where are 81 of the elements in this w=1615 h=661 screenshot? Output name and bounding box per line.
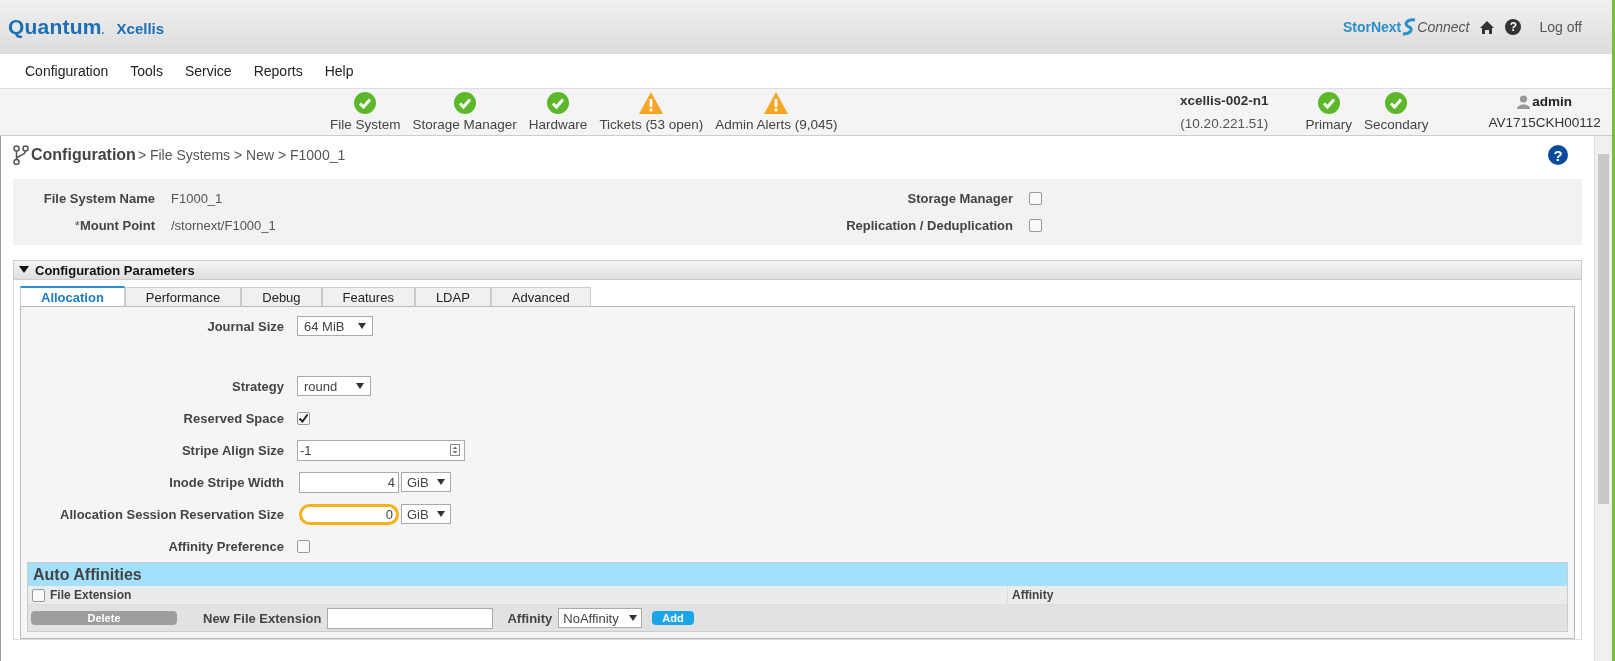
user-icon <box>1517 94 1531 109</box>
check-circle-icon[interactable] <box>547 92 570 114</box>
status-label[interactable]: Tickets (53 open) <box>599 117 704 132</box>
check-circle-icon <box>1317 92 1340 114</box>
tab[interactable]: Debug <box>241 287 322 306</box>
field-label: Inode Stripe Width <box>168 474 284 490</box>
menu-item[interactable]: Help <box>324 63 354 79</box>
select-all-checkbox[interactable] <box>32 588 45 602</box>
checkbox[interactable] <box>297 411 310 425</box>
role-label: Secondary <box>1364 117 1429 132</box>
scrollbar[interactable] <box>1594 136 1612 661</box>
field-label: Allocation Session Reservation Size <box>59 506 284 522</box>
breadcrumb-path: > File Systems > New > F1000_1 <box>137 147 346 163</box>
node-name: xcellis-002-n1 <box>1180 93 1269 108</box>
field-label: New File Extension <box>203 610 322 626</box>
menu-item[interactable]: Reports <box>253 63 303 79</box>
caret-icon <box>19 266 29 274</box>
status-label[interactable]: Storage Manager <box>412 117 517 132</box>
column-header: Affinity <box>1011 587 1054 604</box>
storenext-connect-logo[interactable]: StorNext Connect <box>1342 18 1470 36</box>
unit-dropdown[interactable]: GiB <box>401 504 451 524</box>
number-spinner-field[interactable]: -1 <box>297 439 465 461</box>
auto-affinities-header: Auto Affinities <box>28 563 1567 586</box>
breadcrumb-root: Configuration <box>31 146 136 164</box>
affinity-dropdown[interactable]: NoAffinity <box>558 608 643 628</box>
field-label: Affinity <box>507 610 553 626</box>
field-label: Strategy <box>230 378 284 394</box>
help-icon[interactable]: ? <box>1548 145 1568 165</box>
status-label[interactable]: Hardware <box>528 117 588 132</box>
column-header: File Extension <box>50 588 132 602</box>
role-label: Primary <box>1305 117 1353 132</box>
status-label[interactable]: File System <box>330 117 401 132</box>
checkbox[interactable] <box>297 539 310 553</box>
field-label: Replication / Deduplication <box>846 218 1013 233</box>
tab[interactable]: Performance <box>124 287 242 306</box>
caret-icon <box>356 383 364 389</box>
spinner-icon <box>450 444 460 456</box>
caret-icon <box>358 323 366 329</box>
warning-icon[interactable] <box>639 92 664 114</box>
tab[interactable]: LDAP <box>414 287 491 306</box>
field-label: Storage Manager <box>907 191 1013 206</box>
field-value: F1000_1 <box>171 191 223 206</box>
dropdown[interactable]: round <box>297 376 371 396</box>
checkbox[interactable] <box>1029 192 1042 205</box>
caret-icon <box>436 479 445 485</box>
section-header[interactable]: Configuration Parameters <box>13 260 1582 280</box>
check-circle-icon[interactable] <box>453 92 476 114</box>
check-circle-icon[interactable] <box>354 92 377 114</box>
tab[interactable]: Allocation <box>20 286 125 306</box>
field-label: File System Name <box>42 191 155 206</box>
caret-icon <box>629 615 638 621</box>
field-label: Reserved Space <box>182 410 284 426</box>
field-label: *Mount Point <box>73 218 155 233</box>
number-input-field[interactable]: 0 <box>299 503 399 525</box>
number-input-field[interactable]: 4 <box>299 471 399 493</box>
warning-icon[interactable] <box>764 92 789 114</box>
check-circle-icon <box>1385 92 1408 114</box>
menu-item[interactable]: Configuration <box>25 63 109 79</box>
field-label: Stripe Align Size <box>180 442 284 458</box>
tab[interactable]: Advanced <box>490 287 591 306</box>
menu-item[interactable]: Tools <box>130 63 163 79</box>
caret-icon <box>436 511 445 517</box>
field-value: /stornext/F1000_1 <box>171 218 276 233</box>
product-name: Xcellis <box>116 20 165 37</box>
log-off-link[interactable]: Log off <box>1539 19 1582 35</box>
field-label: Affinity Preference <box>167 538 284 554</box>
status-label[interactable]: Admin Alerts (9,045) <box>715 117 838 132</box>
tab[interactable]: Features <box>321 287 415 306</box>
branch-icon <box>13 145 29 165</box>
quantum-logo: Quantum. <box>8 15 105 39</box>
file-extension-field[interactable] <box>327 607 494 629</box>
field-label: Journal Size <box>206 318 284 334</box>
user-name[interactable]: admin <box>1532 94 1573 109</box>
checkbox[interactable] <box>1029 219 1042 232</box>
node-ip: (10.20.221.51) <box>1180 116 1269 131</box>
home-icon[interactable] <box>1479 19 1496 35</box>
menu-item[interactable]: Service <box>184 63 232 79</box>
system-serial: AV1715CKH00112 <box>1488 115 1601 130</box>
help-icon[interactable]: ? <box>1505 19 1522 35</box>
unit-dropdown[interactable]: GiB <box>401 472 451 492</box>
dropdown[interactable]: 64 MiB <box>297 316 373 336</box>
